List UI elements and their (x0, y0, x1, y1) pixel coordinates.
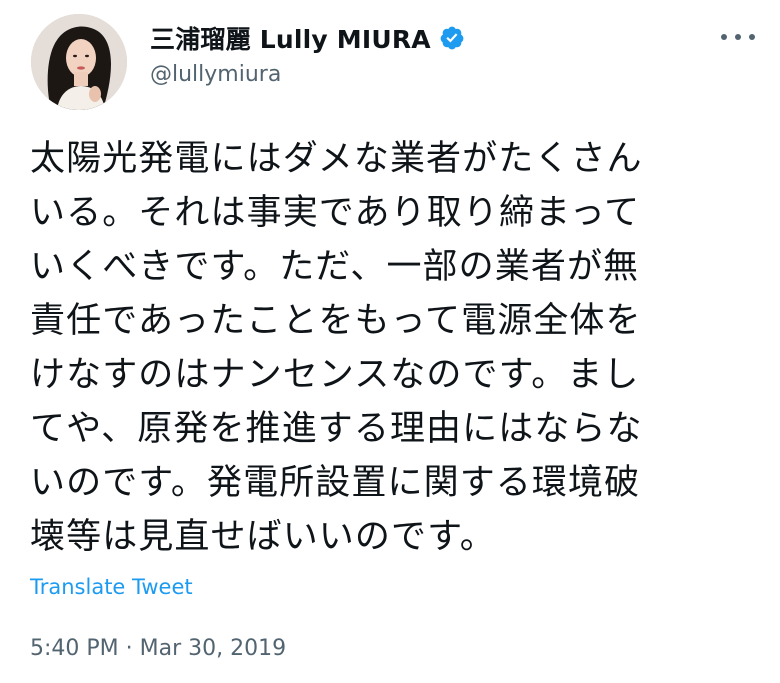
more-dot (721, 34, 727, 40)
tweet-timestamp[interactable]: 5:40 PM · Mar 30, 2019 (30, 636, 286, 661)
avatar-image (31, 14, 127, 110)
tweet-text-line: けなすのはナンセンスなのです。まし (30, 355, 640, 395)
tweet-text-line: いくべきです。ただ、一部の業者が無 (30, 247, 640, 287)
tweet-text-line: 壊等は見直せばいいのです。 (30, 517, 496, 557)
avatar[interactable] (31, 14, 127, 110)
tweet-text-line: いる。それは事実であり取り締まって (30, 193, 641, 233)
tweet-text: 太陽光発電にはダメな業者がたくさん いる。それは事実であり取り締まって いくべき… (30, 132, 750, 564)
author-handle[interactable]: @lullymiura (150, 62, 281, 87)
translate-tweet-link[interactable]: Translate Tweet (30, 575, 193, 599)
tweet-card: 三浦瑠麗 Lully MIURA @lullymiura 太陽光発電にはダメな業… (0, 0, 780, 683)
tweet-text-line: 太陽光発電にはダメな業者がたくさん (30, 139, 643, 179)
more-dot (749, 34, 755, 40)
author-name-row[interactable]: 三浦瑠麗 Lully MIURA (150, 20, 465, 56)
verified-badge-icon (439, 25, 465, 51)
tweet-text-line: いのです。発電所設置に関する環境破 (30, 463, 641, 503)
more-dot (735, 34, 741, 40)
more-options-icon[interactable] (721, 22, 755, 52)
tweet-text-line: てや、原発を推進する理由にはならな (30, 409, 643, 449)
tweet-text-line: 責任であったことをもって電源全体を (30, 301, 642, 341)
author-display-name[interactable]: 三浦瑠麗 Lully MIURA (150, 20, 431, 56)
